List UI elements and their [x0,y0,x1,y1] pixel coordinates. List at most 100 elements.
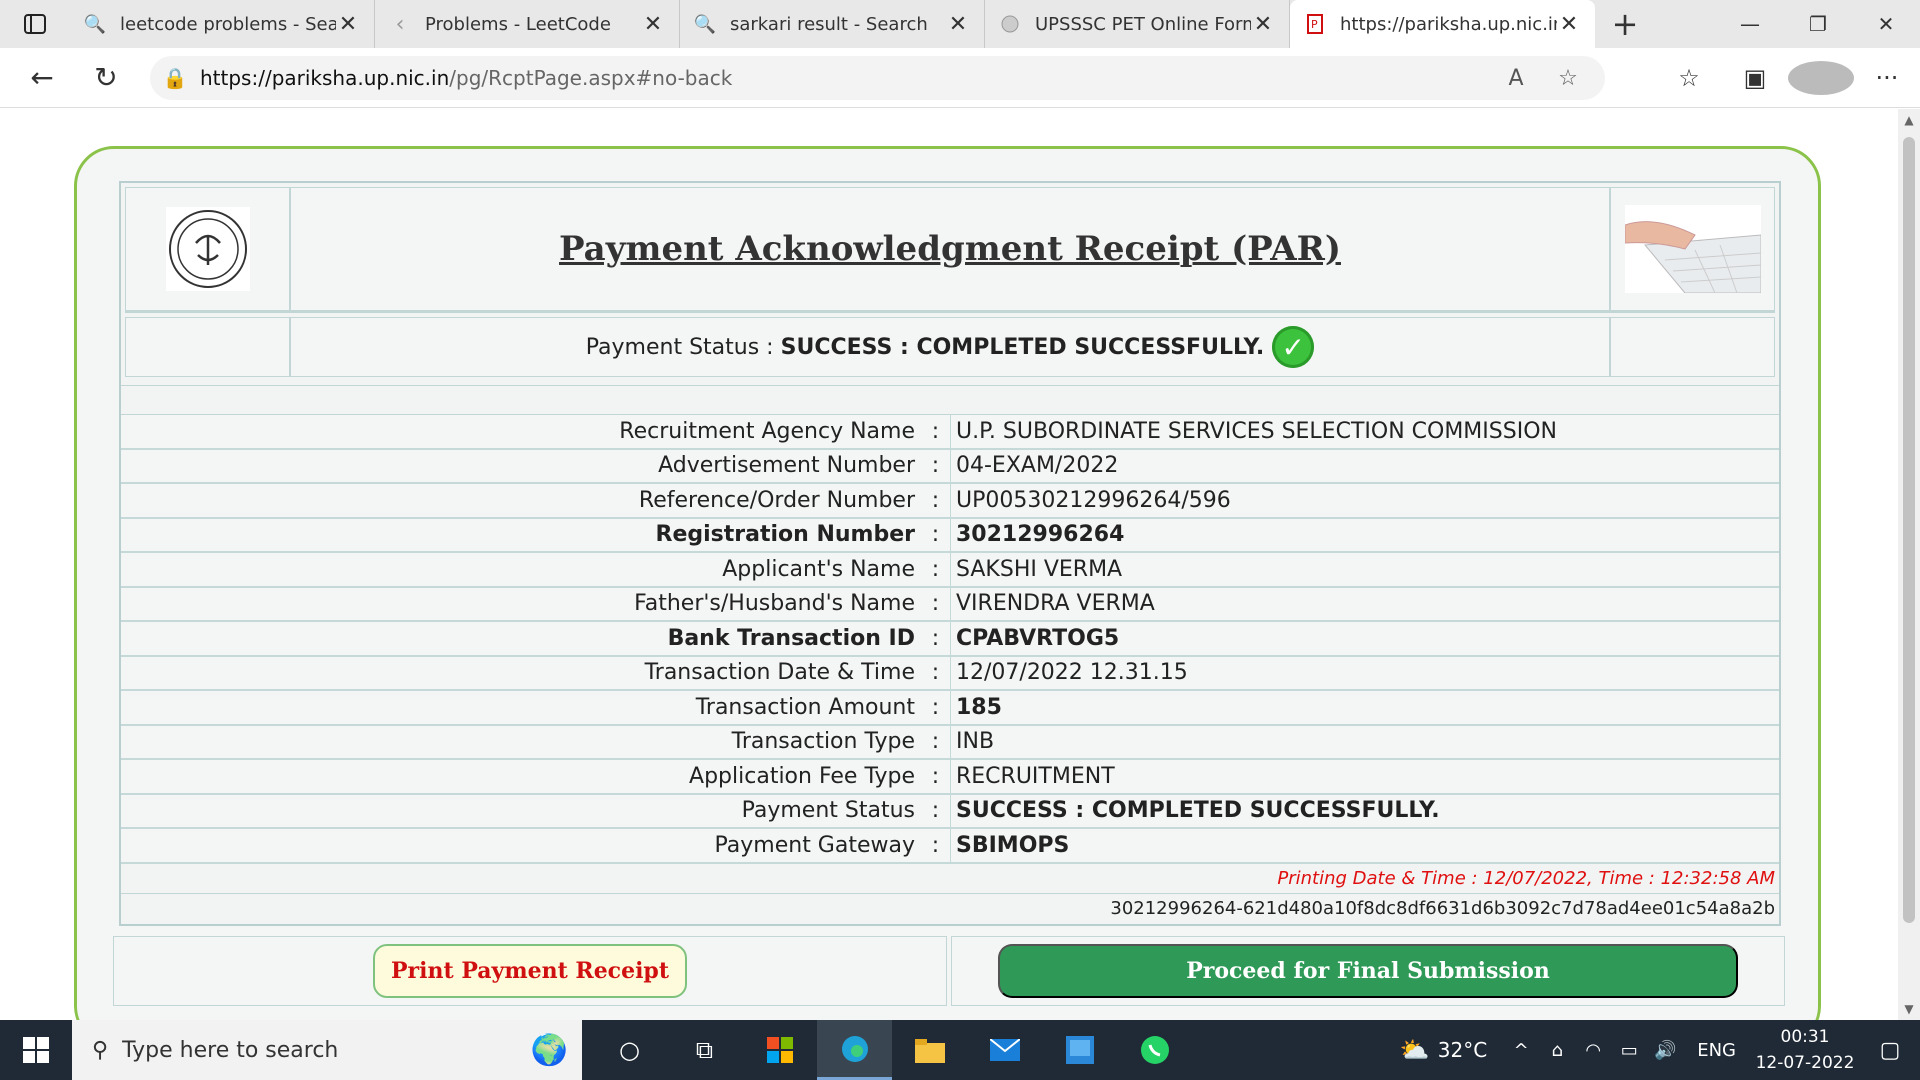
tab-title: leetcode problems - Searc [120,13,336,35]
clock[interactable]: 00:31 12-07-2022 [1750,1024,1860,1076]
add-favorite-icon[interactable]: ☆ [1551,66,1585,91]
row-separator: : [921,518,951,551]
close-icon[interactable]: ✕ [641,12,665,37]
lock-icon[interactable]: 🔒 [150,66,200,90]
table-row: Application Fee Type: RECRUITMENT [121,760,1779,795]
row-value: 30212996264 [956,522,1125,548]
row-label: Application Fee Type [689,763,915,789]
device-icon[interactable]: ⌂ [1539,1040,1575,1061]
row-value: INB [956,729,995,755]
mail-icon[interactable] [967,1020,1042,1080]
status-value: SUCCESS : COMPLETED SUCCESSFULLY. [780,334,1265,360]
page-scrollbar[interactable]: ▲ ▼ [1898,109,1920,1020]
volume-icon[interactable]: 🔊 [1647,1040,1683,1061]
battery-icon[interactable]: ▭ [1611,1040,1647,1061]
close-icon[interactable]: ✕ [1557,12,1581,37]
table-row: Transaction Type: INB [121,725,1779,760]
close-icon[interactable]: ✕ [336,12,360,37]
payment-status-line: Payment Status : SUCCESS : COMPLETED SUC… [586,335,1264,360]
close-icon[interactable]: ✕ [946,12,970,37]
url-text[interactable]: https://pariksha.up.nic.in/pg/RcptPage.a… [200,66,1499,90]
row-label: Payment Gateway [714,832,916,858]
action-row: Print Payment Receipt Proceed for Final … [113,936,1785,1006]
close-icon[interactable]: ✕ [1251,12,1275,37]
pariksha-icon: P [1304,13,1326,35]
print-cell: Print Payment Receipt [113,936,947,1006]
proceed-final-submission-button[interactable]: Proceed for Final Submission [998,944,1738,998]
tab-pariksha[interactable]: P https://pariksha.up.nic.in/p ✕ [1290,0,1595,48]
chevron-up-icon[interactable]: ^ [1503,1040,1539,1061]
row-value: 04-EXAM/2022 [956,453,1119,479]
row-separator: : [921,622,951,655]
favorites-icon[interactable]: ☆ [1656,64,1722,92]
row-separator: : [921,415,951,448]
close-window-button[interactable]: ✕ [1852,0,1920,48]
new-tab-button[interactable]: + [1595,0,1655,48]
restore-button[interactable]: ❐ [1784,0,1852,48]
site-icon [999,13,1021,35]
row-separator: : [921,587,951,620]
collections-icon[interactable]: ▣ [1722,64,1788,92]
start-button[interactable] [0,1020,72,1080]
address-bar[interactable]: 🔒 https://pariksha.up.nic.in/pg/RcptPage… [150,56,1605,100]
whatsapp-icon[interactable] [1117,1020,1192,1080]
file-explorer-icon[interactable] [892,1020,967,1080]
tab-leetcode-search[interactable]: 🔍 leetcode problems - Searc ✕ [70,0,375,48]
page-title: Payment Acknowledgment Receipt (PAR) [559,229,1341,269]
edge-browser-icon[interactable] [817,1020,892,1080]
table-row: Payment Gateway: SBIMOPS [121,829,1779,864]
tab-upsssc[interactable]: UPSSSC PET Online Form ✕ [985,0,1290,48]
empty-cell [125,317,290,377]
row-separator: : [921,553,951,586]
profile-avatar[interactable] [1788,61,1854,95]
transaction-hash: 30212996264-621d480a10f8dc8df6631d6b3092… [1110,898,1775,919]
temperature[interactable]: 32°C [1438,1038,1487,1062]
row-separator: : [921,691,951,724]
notification-icon[interactable]: ▢ [1860,1038,1920,1063]
table-row: Transaction Date & Time:12/07/2022 12.31… [121,656,1779,691]
tab-title: https://pariksha.up.nic.in/p [1340,13,1557,35]
scroll-down-icon[interactable]: ▼ [1898,1002,1920,1016]
row-value: RECRUITMENT [956,763,1115,789]
row-separator: : [921,760,951,793]
spacer-row [121,385,1779,415]
tab-bar: 🔍 leetcode problems - Searc ✕ ‹ Problems… [0,0,1920,48]
tab-actions-menu-icon[interactable] [0,0,70,48]
language-indicator[interactable]: ENG [1697,1040,1736,1061]
taskbar-search[interactable]: ⚲ Type here to search 🌍 [72,1020,582,1080]
read-aloud-icon[interactable]: A [1499,66,1533,91]
more-menu-icon[interactable]: ··· [1854,64,1920,92]
row-label: Transaction Type [731,729,915,755]
task-view-icon[interactable]: ⧉ [667,1020,742,1080]
leetcode-icon: ‹ [395,11,405,37]
up-government-emblem-icon [165,207,250,291]
logo-cell [125,187,290,311]
refresh-button[interactable]: ↻ [74,48,138,108]
printing-date: Printing Date & Time : 12/07/2022, Time … [121,864,1779,894]
cortana-icon[interactable]: ○ [592,1020,667,1080]
search-icon: 🔍 [693,13,717,35]
wifi-icon[interactable]: ◠ [1575,1040,1611,1061]
weather-icon[interactable]: ⛅ [1400,1036,1430,1064]
row-label: Applicant's Name [722,556,915,582]
status-row: Payment Status : SUCCESS : COMPLETED SUC… [125,317,1775,377]
app-icon[interactable] [1042,1020,1117,1080]
row-value: SBIMOPS [956,832,1070,858]
scroll-up-icon[interactable]: ▲ [1898,113,1920,127]
minimize-button[interactable]: — [1716,0,1784,48]
search-icon: 🔍 [83,13,107,35]
avatar [1788,61,1854,95]
tab-sarkari-search[interactable]: 🔍 sarkari result - Search ✕ [680,0,985,48]
microsoft-store-icon[interactable] [742,1020,817,1080]
print-receipt-button[interactable]: Print Payment Receipt [373,944,687,998]
tab-title: UPSSSC PET Online Form [1035,13,1251,35]
search-highlight-icon: 🌍 [530,1032,568,1068]
back-button[interactable]: ← [10,48,74,108]
table-row: Transaction Amount:185 [121,691,1779,726]
address-toolbar: ← ↻ 🔒 https://pariksha.up.nic.in/pg/Rcpt… [0,48,1920,108]
tab-leetcode-problems[interactable]: ‹ Problems - LeetCode ✕ [375,0,680,48]
row-label: Transaction Amount [695,694,915,720]
status-cell: Payment Status : SUCCESS : COMPLETED SUC… [290,317,1610,377]
row-value: SAKSHI VERMA [956,556,1123,582]
scroll-thumb[interactable] [1903,137,1915,923]
